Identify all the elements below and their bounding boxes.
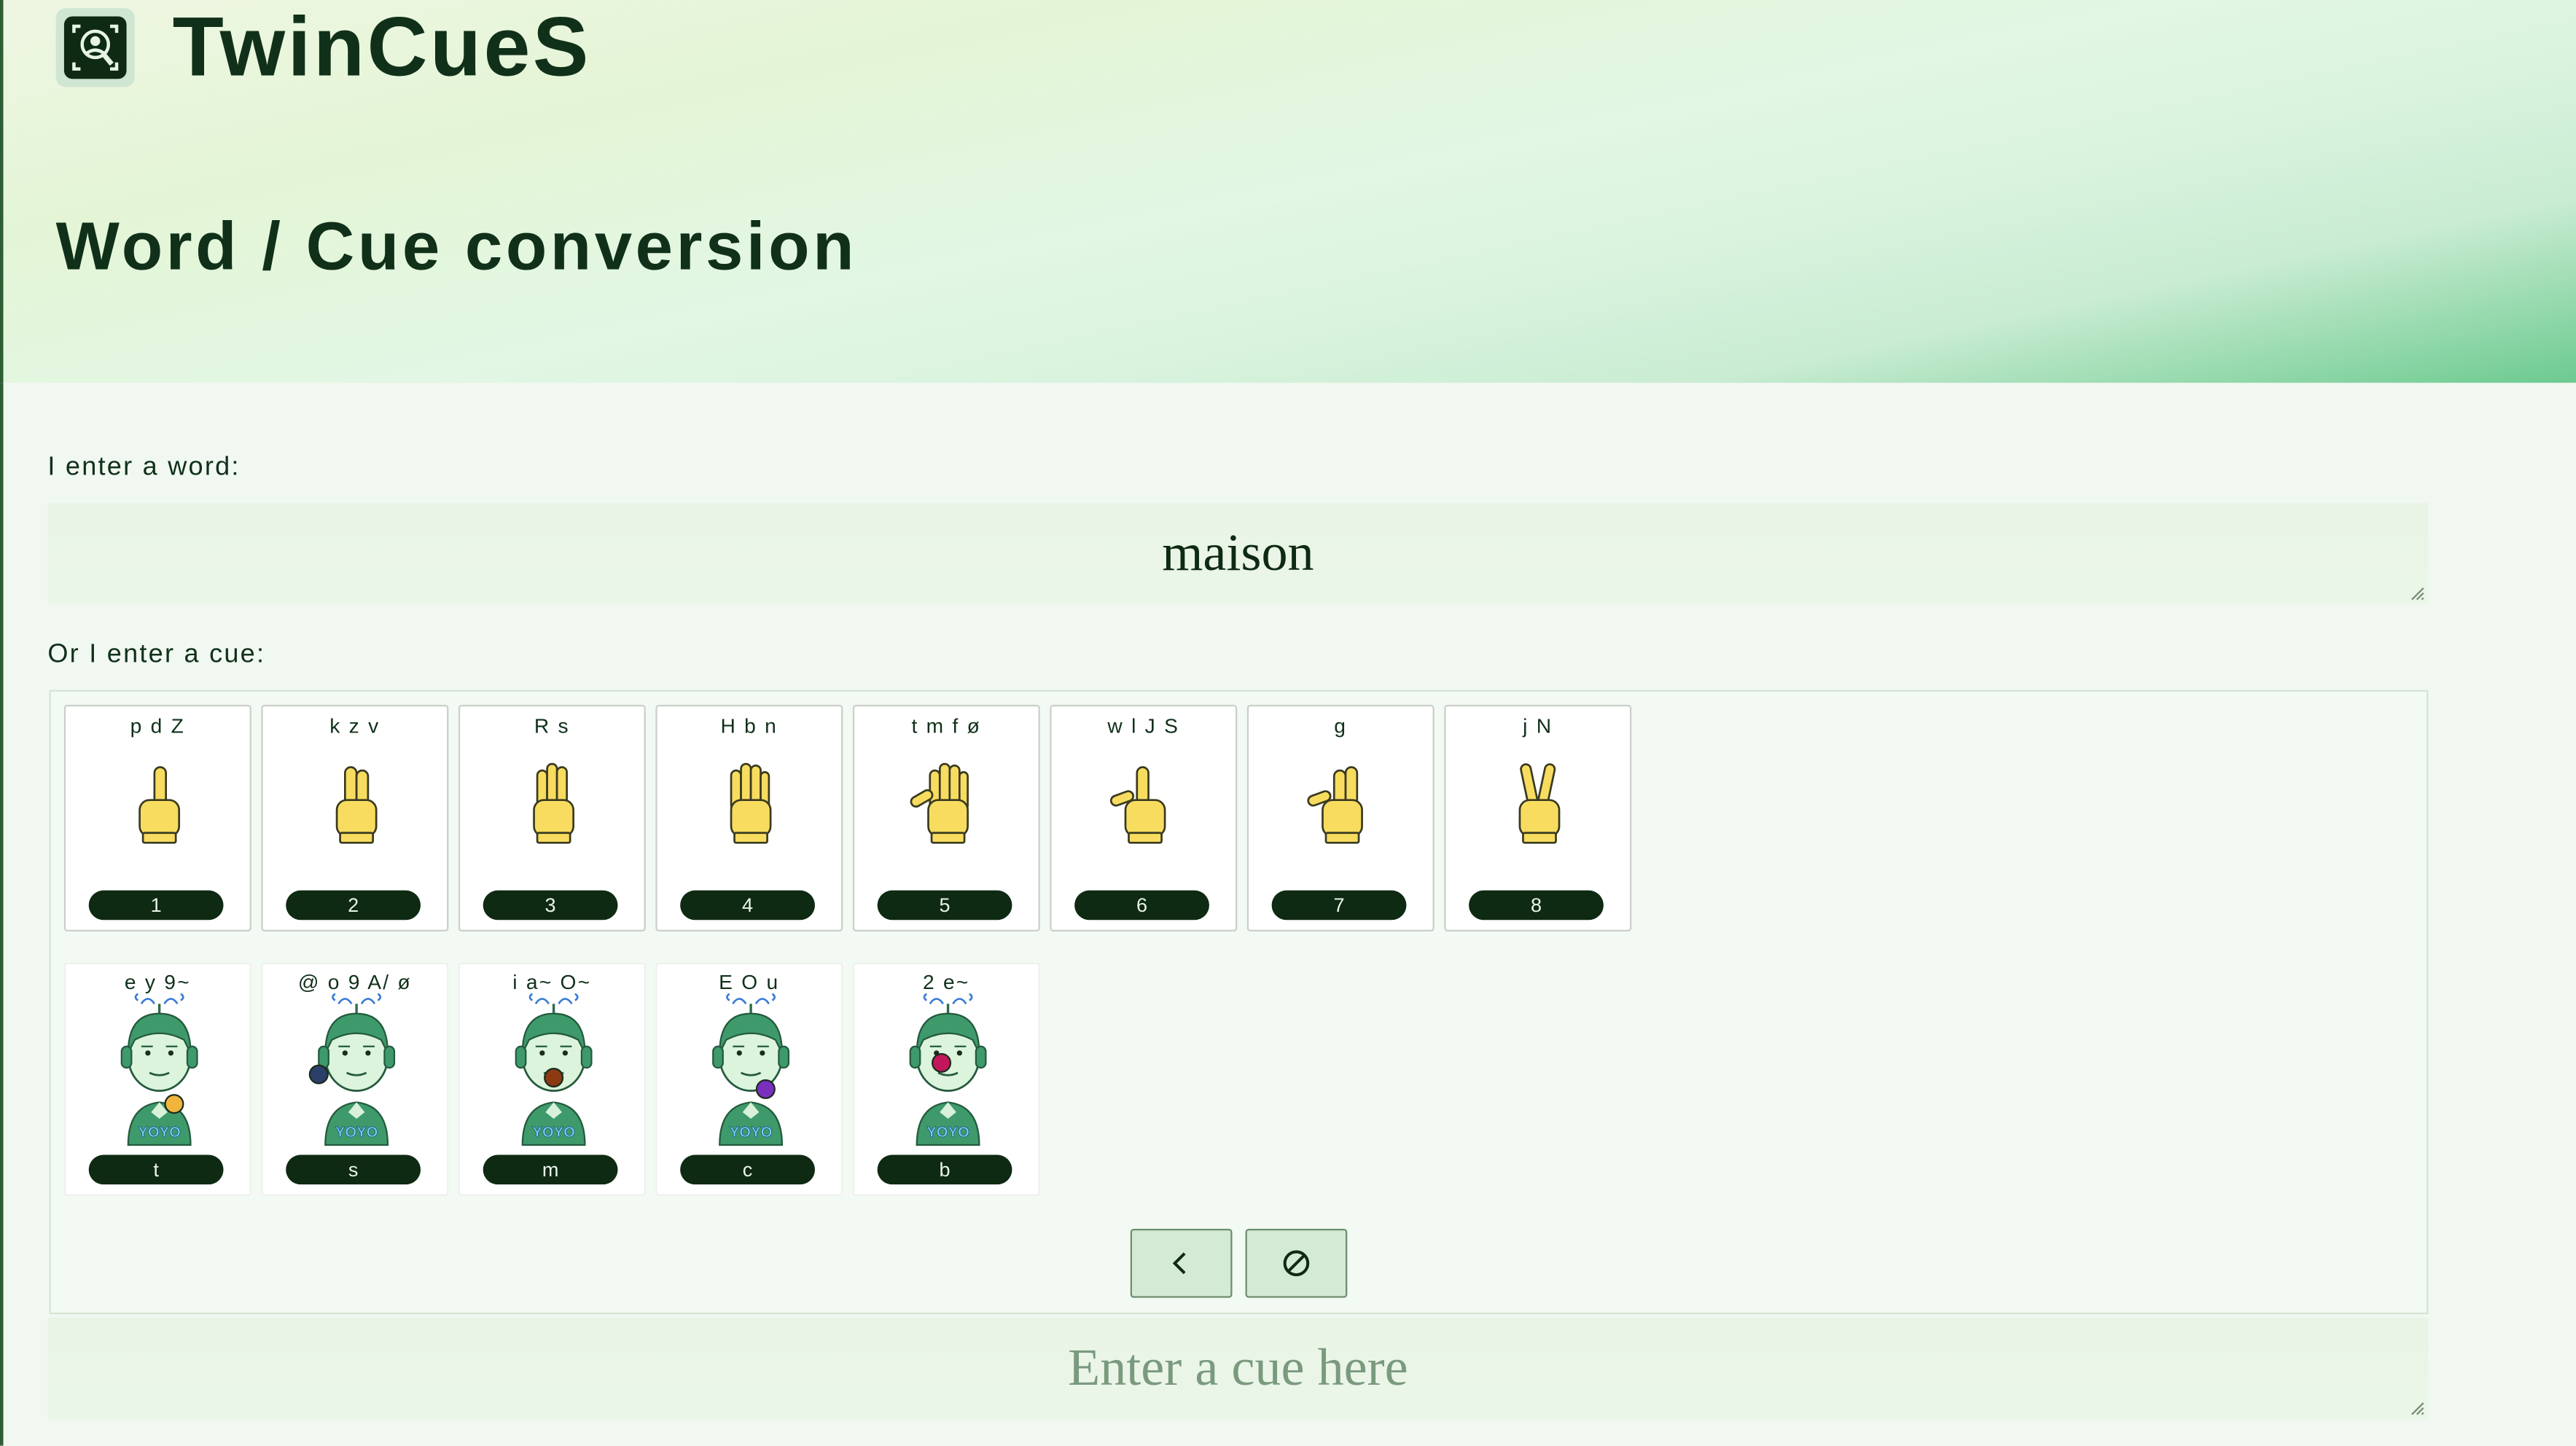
- clear-button[interactable]: [1245, 1228, 1348, 1298]
- hand-shape-icon: [1518, 763, 1561, 844]
- hand-shape-card-3[interactable]: R s 3: [458, 704, 646, 932]
- face-search-icon: [72, 24, 119, 71]
- hand-shape-phonemes: w l J S: [1107, 714, 1180, 738]
- hand-shape-card-7[interactable]: g7: [1246, 704, 1435, 932]
- hand-shape-phonemes: k z v: [329, 714, 380, 738]
- avatar-position-icon: YOYO: [712, 993, 790, 1146]
- hand-shape-card-4[interactable]: H b n 4: [655, 704, 843, 932]
- hand-shape-phonemes: g: [1334, 714, 1348, 738]
- hand-shape-key: 8: [1469, 890, 1604, 921]
- hand-shape-card-8[interactable]: j N 8: [1444, 704, 1632, 932]
- hand-shape-key: 7: [1271, 890, 1407, 921]
- hand-shape-key: 4: [680, 890, 815, 921]
- position-card-c[interactable]: E O u YOYO c: [655, 962, 843, 1196]
- hand-shape-key: 3: [483, 890, 618, 921]
- avatar-position-icon: YOYO: [909, 993, 987, 1146]
- app-title: TwinCueS: [172, 0, 591, 94]
- hand-shape-icon: [910, 762, 969, 844]
- svg-text:YOYO: YOYO: [532, 1125, 575, 1141]
- position-card-b[interactable]: 2 e~ YOYO b: [852, 962, 1040, 1196]
- left-border: [0, 383, 4, 1446]
- position-key: t: [88, 1154, 224, 1185]
- svg-text:YOYO: YOYO: [138, 1125, 181, 1141]
- hand-shape-icon: [1307, 766, 1363, 844]
- hand-shape-card-2[interactable]: k z v 2: [261, 704, 449, 932]
- word-input-value: maison: [1162, 522, 1314, 582]
- position-key: c: [680, 1154, 815, 1185]
- resize-grip-icon[interactable]: [2411, 1402, 2425, 1416]
- svg-text:YOYO: YOYO: [335, 1125, 378, 1141]
- resize-grip-icon[interactable]: [2411, 587, 2425, 601]
- hand-shape-phonemes: t m f ø: [911, 714, 982, 738]
- avatar-position-icon: YOYO: [120, 993, 198, 1146]
- svg-text:YOYO: YOYO: [730, 1125, 773, 1141]
- chevron-left-icon: [1172, 1252, 1186, 1275]
- avatar-position-icon: YOYO: [515, 993, 593, 1146]
- hand-shape-icon: [533, 762, 574, 844]
- hand-shape-card-5[interactable]: t m f ø 5: [852, 704, 1040, 932]
- hand-shape-key: 1: [88, 890, 224, 921]
- app-root: TwinCueS Word / Cue conversion I enter a…: [0, 0, 2576, 1446]
- hand-shape-icon: [335, 766, 378, 844]
- hand-shape-icon: [138, 766, 181, 844]
- cue-input-placeholder: Enter a cue here: [1068, 1337, 1408, 1396]
- position-card-m[interactable]: i a~ O~ YOYO m: [458, 962, 646, 1196]
- hand-shape-phonemes: R s: [534, 714, 570, 738]
- hand-shape-card-1[interactable]: p d Z 1: [63, 704, 251, 932]
- cue-label: Or I enter a cue:: [47, 641, 266, 669]
- position-key: s: [286, 1154, 421, 1185]
- hand-shape-icon: [1109, 766, 1166, 844]
- hand-shape-icon: [730, 762, 772, 844]
- backspace-button[interactable]: [1130, 1228, 1233, 1298]
- no-entry-icon: [1283, 1250, 1310, 1277]
- word-input[interactable]: maison: [47, 502, 2429, 605]
- svg-text:YOYO: YOYO: [926, 1125, 969, 1141]
- hand-shape-key: 2: [286, 890, 421, 921]
- position-key: b: [877, 1154, 1012, 1185]
- position-card-s[interactable]: @ o 9 A/ ø YOYO s: [261, 962, 449, 1196]
- position-card-t[interactable]: e y 9~ YOYO t: [63, 962, 251, 1196]
- page-title: Word / Cue conversion: [55, 208, 858, 284]
- hand-shape-phonemes: H b n: [720, 714, 778, 738]
- hand-shape-key: 6: [1074, 890, 1209, 921]
- word-label: I enter a word:: [47, 453, 241, 482]
- hand-shape-card-6[interactable]: w l J S 6: [1050, 704, 1238, 932]
- hand-shape-key: 5: [877, 890, 1012, 921]
- position-key: m: [483, 1154, 618, 1185]
- app-logo[interactable]: [55, 8, 135, 87]
- hand-shape-phonemes: p d Z: [130, 714, 186, 738]
- hand-shape-phonemes: j N: [1523, 714, 1553, 738]
- page-header: TwinCueS Word / Cue conversion: [0, 0, 2576, 383]
- cue-input[interactable]: Enter a cue here: [47, 1317, 2429, 1420]
- avatar-position-icon: YOYO: [308, 993, 396, 1146]
